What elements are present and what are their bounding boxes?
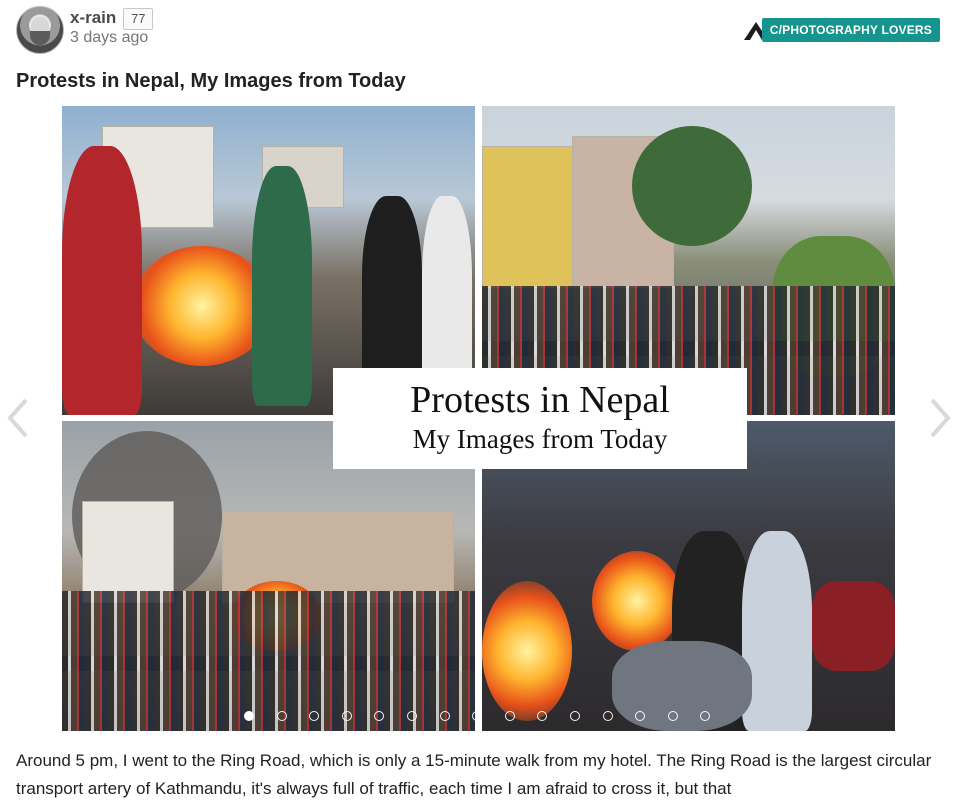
carousel-dot[interactable] <box>276 711 287 721</box>
avatar-beard <box>30 31 50 45</box>
image-gallery[interactable]: Protests in Nepal My Images from Today <box>0 106 962 731</box>
photo-grid: Protests in Nepal My Images from Today <box>62 106 895 731</box>
carousel-dot[interactable] <box>570 711 580 721</box>
carousel-dot[interactable] <box>602 711 613 721</box>
carousel-dot[interactable] <box>244 711 254 721</box>
chevron-left-icon[interactable] <box>4 396 34 440</box>
username[interactable]: x-rain <box>70 8 116 28</box>
post-header: x-rain 77 3 days ago C/PHOTOGRAPHY LOVER… <box>16 6 946 54</box>
post-body: Around 5 pm, I went to the Ring Road, wh… <box>16 751 932 798</box>
gallery-card-subtitle: My Images from Today <box>412 424 668 454</box>
carousel-dot[interactable] <box>667 711 678 721</box>
gallery-card-title: Protests in Nepal <box>410 379 670 421</box>
community-badge[interactable]: C/PHOTOGRAPHY LOVERS <box>761 18 940 42</box>
gallery-title-card: Protests in Nepal My Images from Today <box>333 368 747 469</box>
carousel-dot[interactable] <box>504 711 515 721</box>
chevron-right-icon[interactable] <box>924 396 954 440</box>
karma-badge: 77 <box>123 8 154 30</box>
avatar[interactable] <box>16 6 64 54</box>
carousel-dot[interactable] <box>407 711 417 721</box>
post-time: 3 days ago <box>70 29 149 46</box>
carousel-dot[interactable] <box>439 711 450 721</box>
carousel-dot[interactable] <box>341 711 352 721</box>
post-title[interactable]: Protests in Nepal, My Images from Today <box>16 70 406 93</box>
